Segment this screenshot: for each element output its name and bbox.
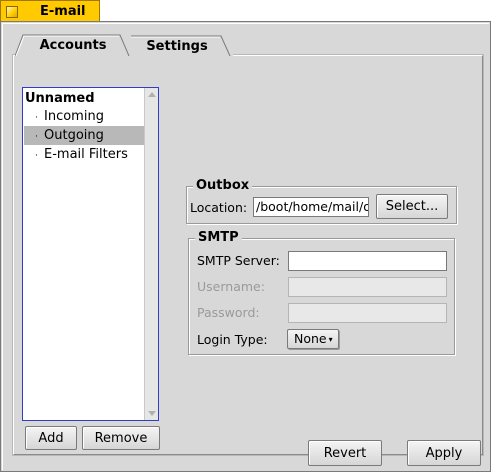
outbox-group: Outbox Location: /boot/home/mail/o Selec… bbox=[186, 178, 457, 224]
window-body: Settings Accounts Unnamed · Incoming · Out… bbox=[0, 21, 491, 472]
list-item-label: Incoming bbox=[44, 109, 104, 124]
account-child-outgoing[interactable]: · Outgoing bbox=[24, 126, 144, 145]
smtp-title: SMTP bbox=[195, 230, 242, 246]
apply-button[interactable]: Apply bbox=[407, 440, 481, 466]
tab-accounts-label: Accounts bbox=[39, 37, 107, 53]
outbox-title: Outbox bbox=[193, 178, 253, 194]
window-title: E-mail bbox=[40, 4, 86, 19]
tab-settings[interactable]: Settings bbox=[121, 35, 233, 57]
account-item-unnamed[interactable]: Unnamed bbox=[24, 89, 144, 108]
location-label: Location: bbox=[190, 200, 248, 215]
smtp-server-label: SMTP Server: bbox=[197, 253, 280, 268]
add-account-button[interactable]: Add bbox=[25, 426, 77, 450]
select-location-button[interactable]: Select... bbox=[376, 194, 448, 219]
login-type-label: Login Type: bbox=[197, 332, 268, 347]
remove-account-button[interactable]: Remove bbox=[82, 426, 160, 450]
list-item-label: Outgoing bbox=[44, 128, 104, 143]
accounts-list[interactable]: Unnamed · Incoming · Outgoing · E-mail Filt… bbox=[22, 87, 159, 421]
username-label: Username: bbox=[197, 279, 265, 294]
account-child-filters[interactable]: · E-mail Filters bbox=[24, 145, 144, 164]
smtp-server-field[interactable] bbox=[288, 251, 447, 271]
list-scrollbar[interactable] bbox=[144, 88, 158, 420]
tab-settings-label: Settings bbox=[146, 38, 208, 54]
password-label: Password: bbox=[197, 305, 260, 320]
bullet-icon: · bbox=[35, 151, 38, 161]
scroll-down-arrow-icon[interactable] bbox=[148, 411, 156, 416]
list-item-label: E-mail Filters bbox=[44, 147, 128, 162]
accounts-panel: Unnamed · Incoming · Outgoing · E-mail Filt… bbox=[12, 54, 484, 456]
close-icon[interactable] bbox=[6, 5, 18, 18]
revert-button[interactable]: Revert bbox=[308, 440, 382, 466]
login-type-value: None bbox=[294, 331, 327, 346]
tab-accounts[interactable]: Accounts bbox=[15, 34, 131, 57]
smtp-group: SMTP SMTP Server: Username: Password: Lo… bbox=[188, 230, 455, 355]
account-child-incoming[interactable]: · Incoming bbox=[24, 107, 144, 126]
login-type-menu[interactable]: None ▾ bbox=[287, 329, 339, 349]
window-content: Settings Accounts Unnamed · Incoming · Out… bbox=[2, 23, 489, 470]
chevron-down-icon: ▾ bbox=[328, 334, 333, 344]
username-field bbox=[288, 277, 447, 297]
window-tab[interactable]: E-mail bbox=[0, 0, 100, 22]
password-field bbox=[288, 303, 447, 323]
location-field[interactable]: /boot/home/mail/o bbox=[253, 197, 369, 217]
scroll-up-arrow-icon[interactable] bbox=[148, 92, 156, 97]
